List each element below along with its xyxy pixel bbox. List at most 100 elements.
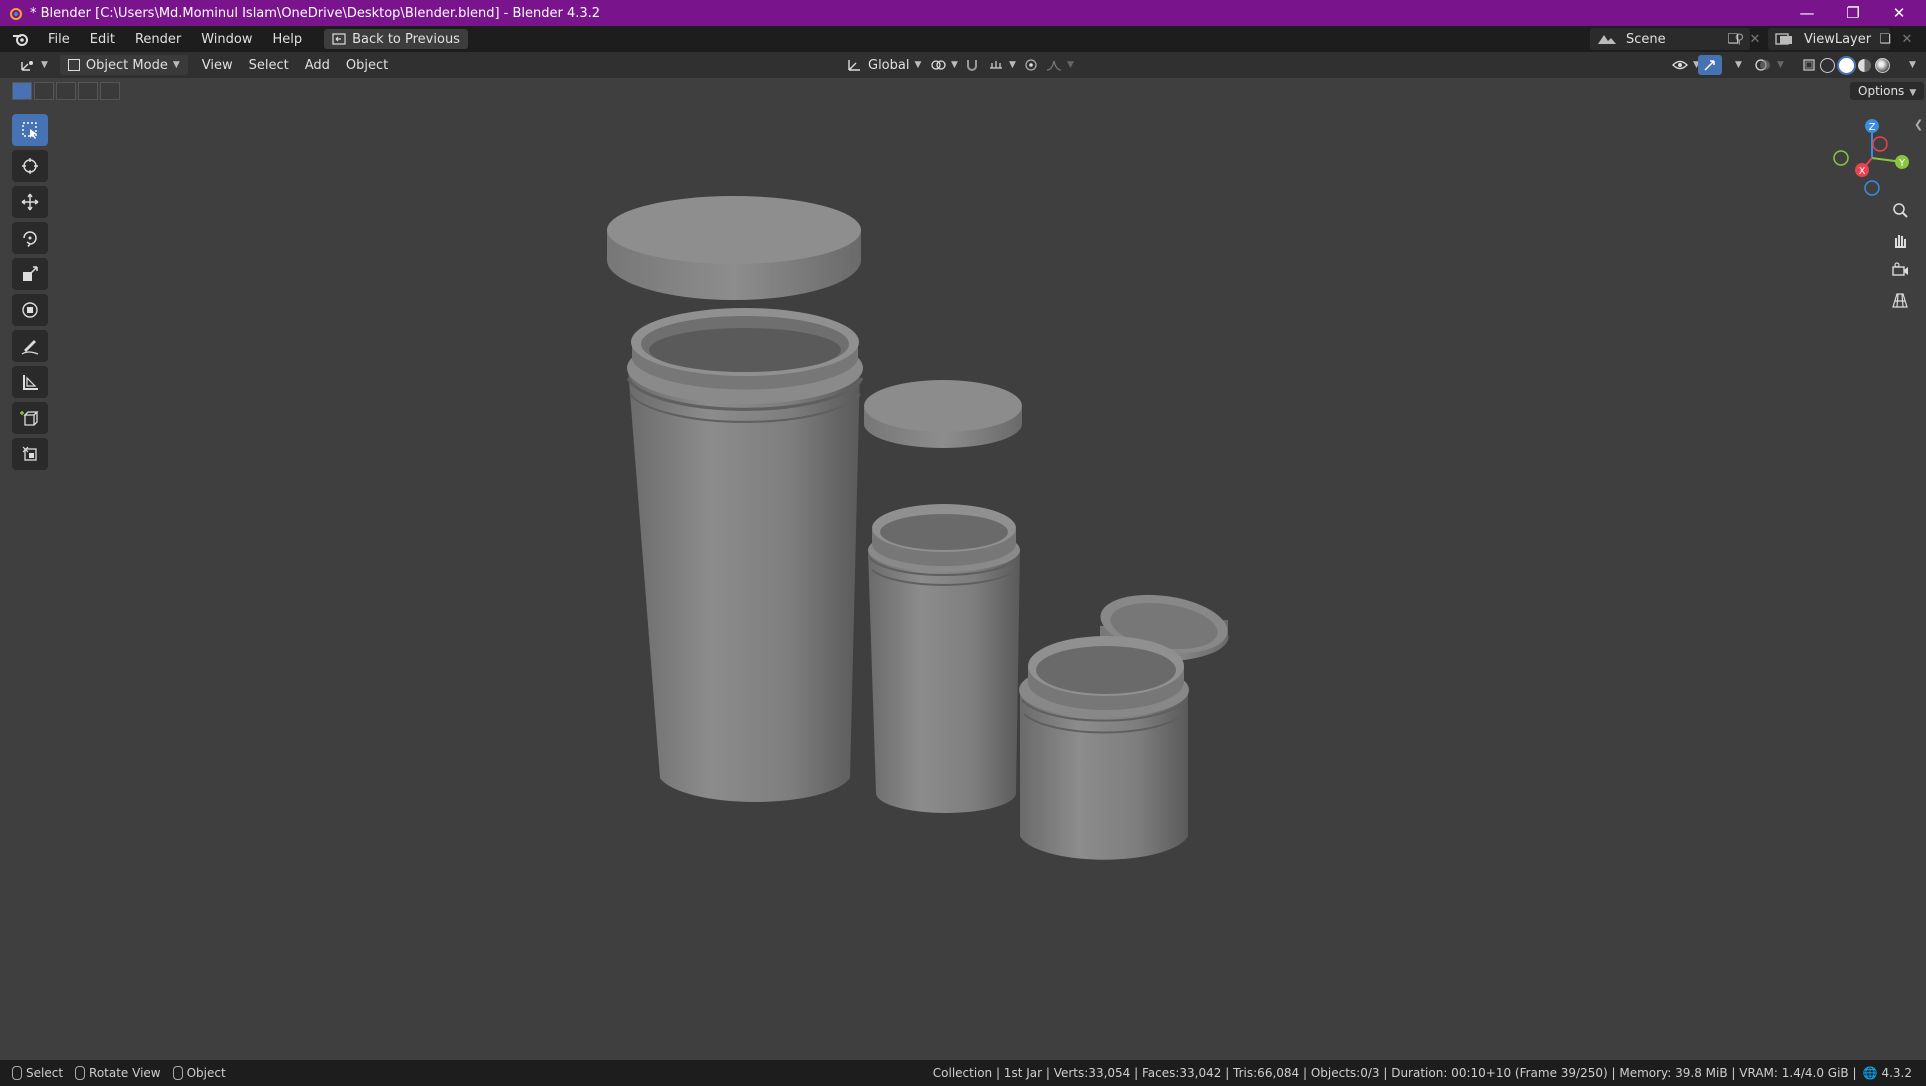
delete-viewlayer-icon[interactable]: ✕	[1898, 29, 1916, 49]
overlays-toggle[interactable]: ▼	[1746, 55, 1792, 75]
shading-dropdown[interactable]: ▼	[1896, 55, 1924, 75]
overlays-icon	[1755, 59, 1770, 71]
svg-text:X: X	[1859, 166, 1866, 177]
viewlayer-selector[interactable]: ViewLayer	[1768, 28, 1890, 50]
measure-icon[interactable]	[12, 366, 48, 398]
pan-view-icon[interactable]	[1884, 226, 1916, 254]
gizmo-neg-x[interactable]	[1872, 136, 1888, 152]
mode-label: Object Mode	[85, 57, 168, 73]
selection-mode-buttons	[12, 82, 120, 100]
menu-render[interactable]: Render	[125, 32, 191, 47]
cursor-icon[interactable]	[12, 150, 48, 182]
menu-select[interactable]: Select	[241, 55, 297, 75]
status-rotate: Rotate View	[75, 1066, 161, 1080]
sidebar-toggle-icon[interactable]: ❮	[1914, 118, 1923, 131]
menu-help[interactable]: Help	[263, 32, 313, 47]
status-object: Object	[172, 1066, 226, 1080]
menu-object[interactable]: Object	[338, 55, 396, 75]
medium-lid[interactable]	[864, 380, 1022, 448]
scene-icon	[1598, 35, 1616, 44]
menu-window[interactable]: Window	[191, 32, 262, 47]
rendered-shading-icon[interactable]	[1875, 57, 1890, 73]
blender-menu-icon[interactable]	[12, 31, 30, 47]
zoom-view-icon[interactable]	[1884, 196, 1916, 224]
solid-shading-icon[interactable]	[1839, 57, 1854, 73]
3d-viewport[interactable]: Options ▼ Z Y X ❮	[0, 78, 1926, 1060]
perspective-toggle-icon[interactable]	[1884, 286, 1916, 314]
falloff-curve-icon	[1046, 60, 1062, 71]
xray-icon	[1803, 59, 1815, 71]
pivot-icon	[931, 60, 946, 70]
menu-add[interactable]: Add	[297, 55, 338, 75]
status-bar: Select Rotate View Object Collection | 1…	[0, 1060, 1926, 1086]
magnet-icon	[967, 60, 977, 71]
add-cube-icon[interactable]	[12, 402, 48, 434]
back-icon	[332, 33, 346, 45]
svg-text:Z: Z	[1869, 122, 1876, 133]
object-mode-icon	[67, 59, 80, 71]
minimize-icon[interactable]: —	[1784, 0, 1830, 26]
options-dropdown[interactable]: Options ▼	[1850, 82, 1925, 100]
restore-icon[interactable]: ❐	[1830, 0, 1876, 26]
blender-logo-icon	[10, 8, 22, 20]
delete-scene-icon[interactable]: ✕	[1746, 29, 1764, 49]
close-icon[interactable]: ✕	[1876, 0, 1922, 26]
network-icon: 🌐	[1862, 1066, 1878, 1080]
status-select-label: Select	[26, 1066, 64, 1080]
camera-view-icon[interactable]	[1884, 256, 1916, 284]
select-intersect-icon[interactable]	[100, 82, 120, 100]
annotate-icon[interactable]	[12, 330, 48, 362]
wireframe-shading-icon[interactable]	[1820, 57, 1835, 73]
options-label: Options	[1858, 84, 1905, 98]
menu-edit[interactable]: Edit	[80, 32, 125, 47]
shading-modes	[1816, 55, 1894, 75]
small-jar[interactable]	[1019, 636, 1189, 860]
status-rotate-label: Rotate View	[89, 1066, 161, 1080]
select-extend-icon[interactable]	[34, 82, 54, 100]
transform-icon[interactable]	[12, 294, 48, 326]
rotate-icon[interactable]	[12, 222, 48, 254]
scene-name: Scene	[1626, 31, 1666, 47]
menu-file[interactable]: File	[38, 32, 80, 47]
new-scene-icon[interactable]: ❏	[1722, 29, 1744, 49]
back-to-previous-label: Back to Previous	[352, 31, 460, 47]
gizmo-neg-y[interactable]	[1833, 150, 1849, 166]
viewlayer-name: ViewLayer	[1804, 31, 1872, 47]
svg-text:Y: Y	[1898, 158, 1906, 169]
select-invert-icon[interactable]	[78, 82, 98, 100]
mouse-right-icon	[172, 1066, 183, 1080]
orientation-label: Global	[868, 57, 910, 73]
status-object-label: Object	[186, 1066, 226, 1080]
transform-orientation-dropdown[interactable]: Global ▼	[838, 55, 929, 75]
viewport-header: ▼ Object Mode ▼ View Select Add Object Gl…	[0, 52, 1926, 78]
navigation-gizmo[interactable]: Z Y X	[1832, 116, 1912, 196]
material-shading-icon[interactable]	[1858, 58, 1871, 72]
select-box-icon[interactable]	[12, 114, 48, 146]
version-label: 4.3.2	[1881, 1066, 1912, 1080]
gizmo-toggle[interactable]	[1698, 55, 1722, 75]
add-object-icon[interactable]	[12, 438, 48, 470]
editor-type-icon	[21, 61, 33, 71]
scale-icon[interactable]	[12, 258, 48, 290]
medium-jar[interactable]	[868, 504, 1020, 813]
scene-statistics: Collection | 1st Jar | Verts:33,054 | Fa…	[932, 1066, 1857, 1080]
mouse-middle-icon	[75, 1066, 86, 1080]
viewlayer-icon	[1775, 33, 1792, 45]
status-select: Select	[12, 1066, 63, 1080]
window-title: * Blender [C:\Users\Md.Mominul Islam\One…	[30, 5, 601, 21]
mode-dropdown[interactable]: Object Mode ▼	[59, 55, 188, 75]
falloff-dropdown[interactable]: ▼	[1038, 55, 1082, 75]
move-icon[interactable]	[12, 186, 48, 218]
large-lid[interactable]	[607, 196, 861, 300]
scene-render	[607, 196, 1229, 860]
menu-view[interactable]: View	[194, 55, 241, 75]
new-viewlayer-icon[interactable]: ❏	[1874, 29, 1896, 49]
editor-type-dropdown[interactable]: ▼	[12, 55, 56, 75]
select-subtract-icon[interactable]	[56, 82, 76, 100]
snap-increment-icon	[990, 61, 1002, 69]
eye-icon	[1672, 60, 1688, 70]
gizmo-neg-z[interactable]	[1864, 180, 1880, 196]
large-jar[interactable]	[626, 308, 864, 802]
back-to-previous-button[interactable]: Back to Previous	[324, 29, 468, 49]
select-set-icon[interactable]	[12, 82, 32, 100]
